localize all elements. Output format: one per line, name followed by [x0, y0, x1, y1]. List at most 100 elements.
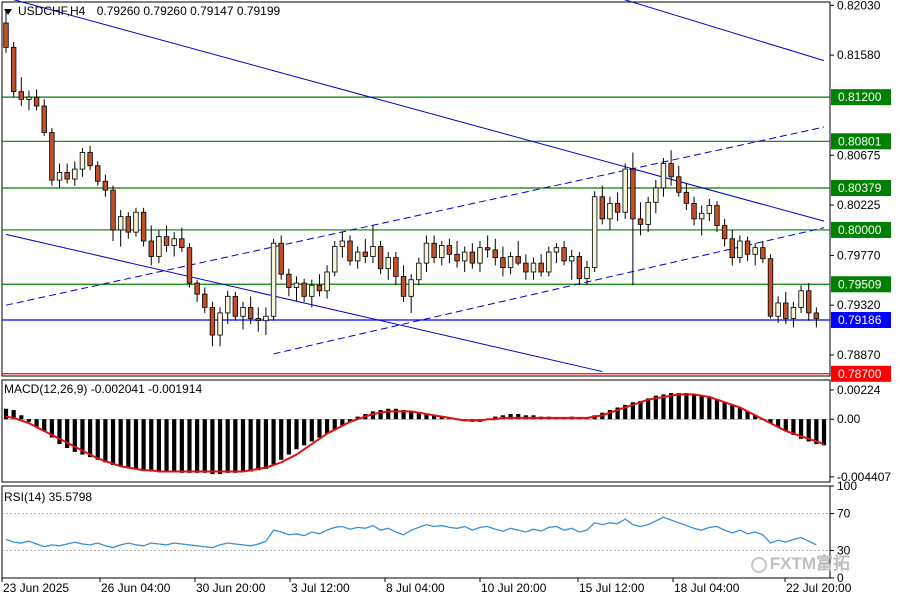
- candle-body: [515, 256, 521, 264]
- candle-body: [232, 295, 239, 317]
- x-tick-label: 8 Jul 04:00: [386, 581, 445, 595]
- macd-histogram-bar: [386, 408, 391, 420]
- candle-body: [263, 315, 269, 322]
- candle-body: [737, 240, 743, 259]
- candle-body: [752, 247, 758, 255]
- candle-body: [293, 282, 300, 288]
- candle-body: [64, 172, 70, 180]
- candle-body: [729, 238, 735, 259]
- candle-body: [607, 202, 613, 220]
- level-label: 0.78700: [838, 367, 882, 381]
- candle-body: [469, 251, 476, 264]
- macd-histogram-bar: [133, 419, 139, 469]
- price-tick-label: 0.79770: [837, 248, 881, 262]
- macd-histogram-bar: [110, 419, 116, 465]
- price-tick-label: 0.82030: [837, 0, 881, 12]
- candle-body: [240, 306, 246, 317]
- candle-body: [584, 267, 590, 280]
- macd-histogram-bar: [730, 404, 735, 420]
- x-tick-label: 18 Jul 04:00: [674, 581, 740, 595]
- ohlc-values: 0.79260 0.79260 0.79147 0.79199: [96, 4, 281, 18]
- candle-body: [683, 191, 690, 204]
- channel-trendline: [623, 0, 825, 62]
- chart-header[interactable]: USDCHF,H4 0.79260 0.79260 0.79147 0.7919…: [4, 4, 280, 18]
- candle-body: [546, 251, 552, 273]
- macd-histogram-bar: [263, 419, 269, 469]
- macd-histogram-bar: [217, 419, 223, 475]
- candle-body: [645, 201, 651, 225]
- dropdown-triangle-icon[interactable]: [4, 8, 12, 15]
- macd-histogram-bar: [164, 419, 169, 472]
- candle-body: [26, 96, 32, 100]
- macd-histogram-bar: [294, 419, 299, 450]
- macd-histogram-bar: [26, 419, 32, 422]
- candle-body: [179, 238, 185, 249]
- candle-body: [439, 245, 445, 259]
- candle-body: [744, 240, 751, 255]
- candle-body: [599, 196, 605, 220]
- macd-histogram-bar: [187, 419, 192, 473]
- candle-body: [653, 187, 659, 203]
- fxtm-ring-icon: [750, 556, 767, 573]
- candle-body: [171, 238, 177, 246]
- macd-histogram-bar: [279, 419, 284, 460]
- macd-histogram-bar: [684, 393, 689, 420]
- candle-body: [110, 189, 116, 231]
- candle-body: [783, 302, 789, 319]
- candle-body: [56, 172, 63, 181]
- candle-body: [446, 245, 453, 255]
- candle-body: [668, 163, 674, 178]
- candle-body: [454, 253, 460, 262]
- macd-histogram-bar: [271, 419, 276, 465]
- candle-body: [370, 246, 376, 257]
- watermark-logo: FXTM富拓: [750, 549, 850, 574]
- candle-body: [79, 152, 86, 170]
- macd-histogram-bar: [156, 419, 161, 472]
- macd-histogram-bar: [210, 419, 215, 475]
- candle-body: [148, 240, 154, 257]
- level-label: 0.80000: [838, 223, 882, 237]
- candle-body: [41, 105, 47, 133]
- macd-histogram-bar: [95, 419, 100, 460]
- candle-body: [500, 257, 506, 268]
- candle-body: [698, 212, 705, 220]
- candle-body: [576, 256, 583, 280]
- macd-histogram-bar: [126, 419, 131, 468]
- candle-body: [156, 236, 162, 257]
- candle-body: [316, 284, 323, 292]
- x-tick-label: 26 Jun 04:00: [101, 581, 171, 595]
- candle-body: [507, 256, 514, 268]
- macd-histogram-bar: [103, 419, 108, 463]
- candle-body: [385, 257, 391, 270]
- x-tick-label: 10 Jul 20:00: [481, 581, 547, 595]
- candle-body: [622, 168, 628, 213]
- candle-body: [393, 257, 399, 277]
- candle-body: [591, 196, 598, 268]
- rsi-line: [5, 516, 817, 549]
- macd-histogram-bar: [233, 419, 238, 473]
- candle-body: [721, 225, 728, 240]
- candle-body: [255, 318, 261, 322]
- candle-body: [477, 247, 483, 264]
- candle-body: [140, 211, 147, 242]
- macd-histogram-bar: [302, 419, 307, 446]
- candle-body: [400, 276, 407, 297]
- chart-canvas: 0.82030 0.81580 0.80675 0.80225 0.79770 0.793…: [1, 0, 891, 595]
- candle-body: [775, 302, 781, 317]
- macd-histogram-bar: [286, 419, 291, 455]
- macd-histogram-bar: [324, 419, 330, 434]
- price-tick-label: 0.80225: [837, 198, 881, 212]
- price-panel: [1, 0, 831, 377]
- rsi-tick-label: 70: [837, 507, 851, 521]
- watermark-text: FXTM富拓: [769, 554, 850, 573]
- rsi-panel: [1, 485, 831, 579]
- candle-body: [614, 202, 621, 213]
- level-label: 0.79186: [838, 313, 882, 327]
- candle-body: [49, 132, 55, 181]
- rsi-frame: [1, 485, 831, 579]
- candle-body: [133, 211, 139, 233]
- macd-histogram-bar: [691, 394, 697, 420]
- candle-body: [301, 282, 307, 297]
- candle-body: [10, 46, 17, 93]
- candle-body: [798, 290, 804, 308]
